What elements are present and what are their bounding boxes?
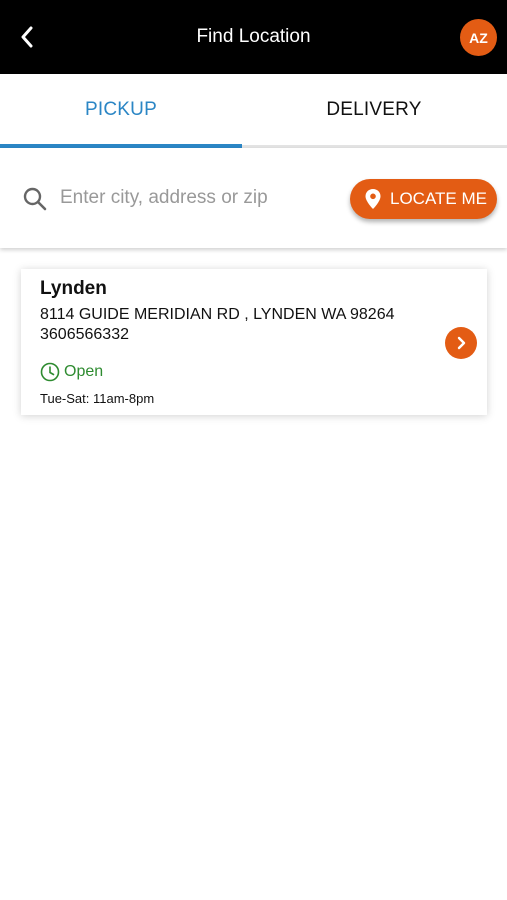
clock-icon (40, 362, 60, 382)
search-input[interactable] (60, 182, 340, 214)
locate-me-label: LOCATE ME (390, 189, 487, 208)
location-name: Lynden (40, 278, 107, 299)
avatar[interactable]: AZ (460, 19, 497, 56)
open-status: Open (40, 362, 103, 382)
search-icon (23, 187, 47, 211)
location-card[interactable]: Lynden 8114 GUIDE MERIDIAN RD , LYNDEN W… (21, 269, 487, 415)
map-pin-icon (365, 189, 381, 209)
location-details-button[interactable] (445, 327, 477, 359)
location-address: 8114 GUIDE MERIDIAN RD , LYNDEN WA 98264 (40, 306, 395, 323)
app-header: Find Location AZ (0, 0, 507, 74)
open-status-label: Open (64, 363, 104, 380)
location-phone: 3606566332 (40, 326, 129, 343)
location-hours: Tue-Sat: 11am-8pm (40, 391, 155, 406)
tab-delivery[interactable]: DELIVERY (253, 74, 495, 145)
page-title: Find Location (196, 26, 311, 47)
tab-bar: PICKUP DELIVERY (0, 74, 507, 148)
tab-pickup[interactable]: PICKUP (0, 74, 242, 145)
locate-me-button[interactable]: LOCATE ME (350, 179, 497, 219)
chevron-right-icon (457, 336, 466, 350)
search-bar: LOCATE ME (0, 148, 507, 248)
